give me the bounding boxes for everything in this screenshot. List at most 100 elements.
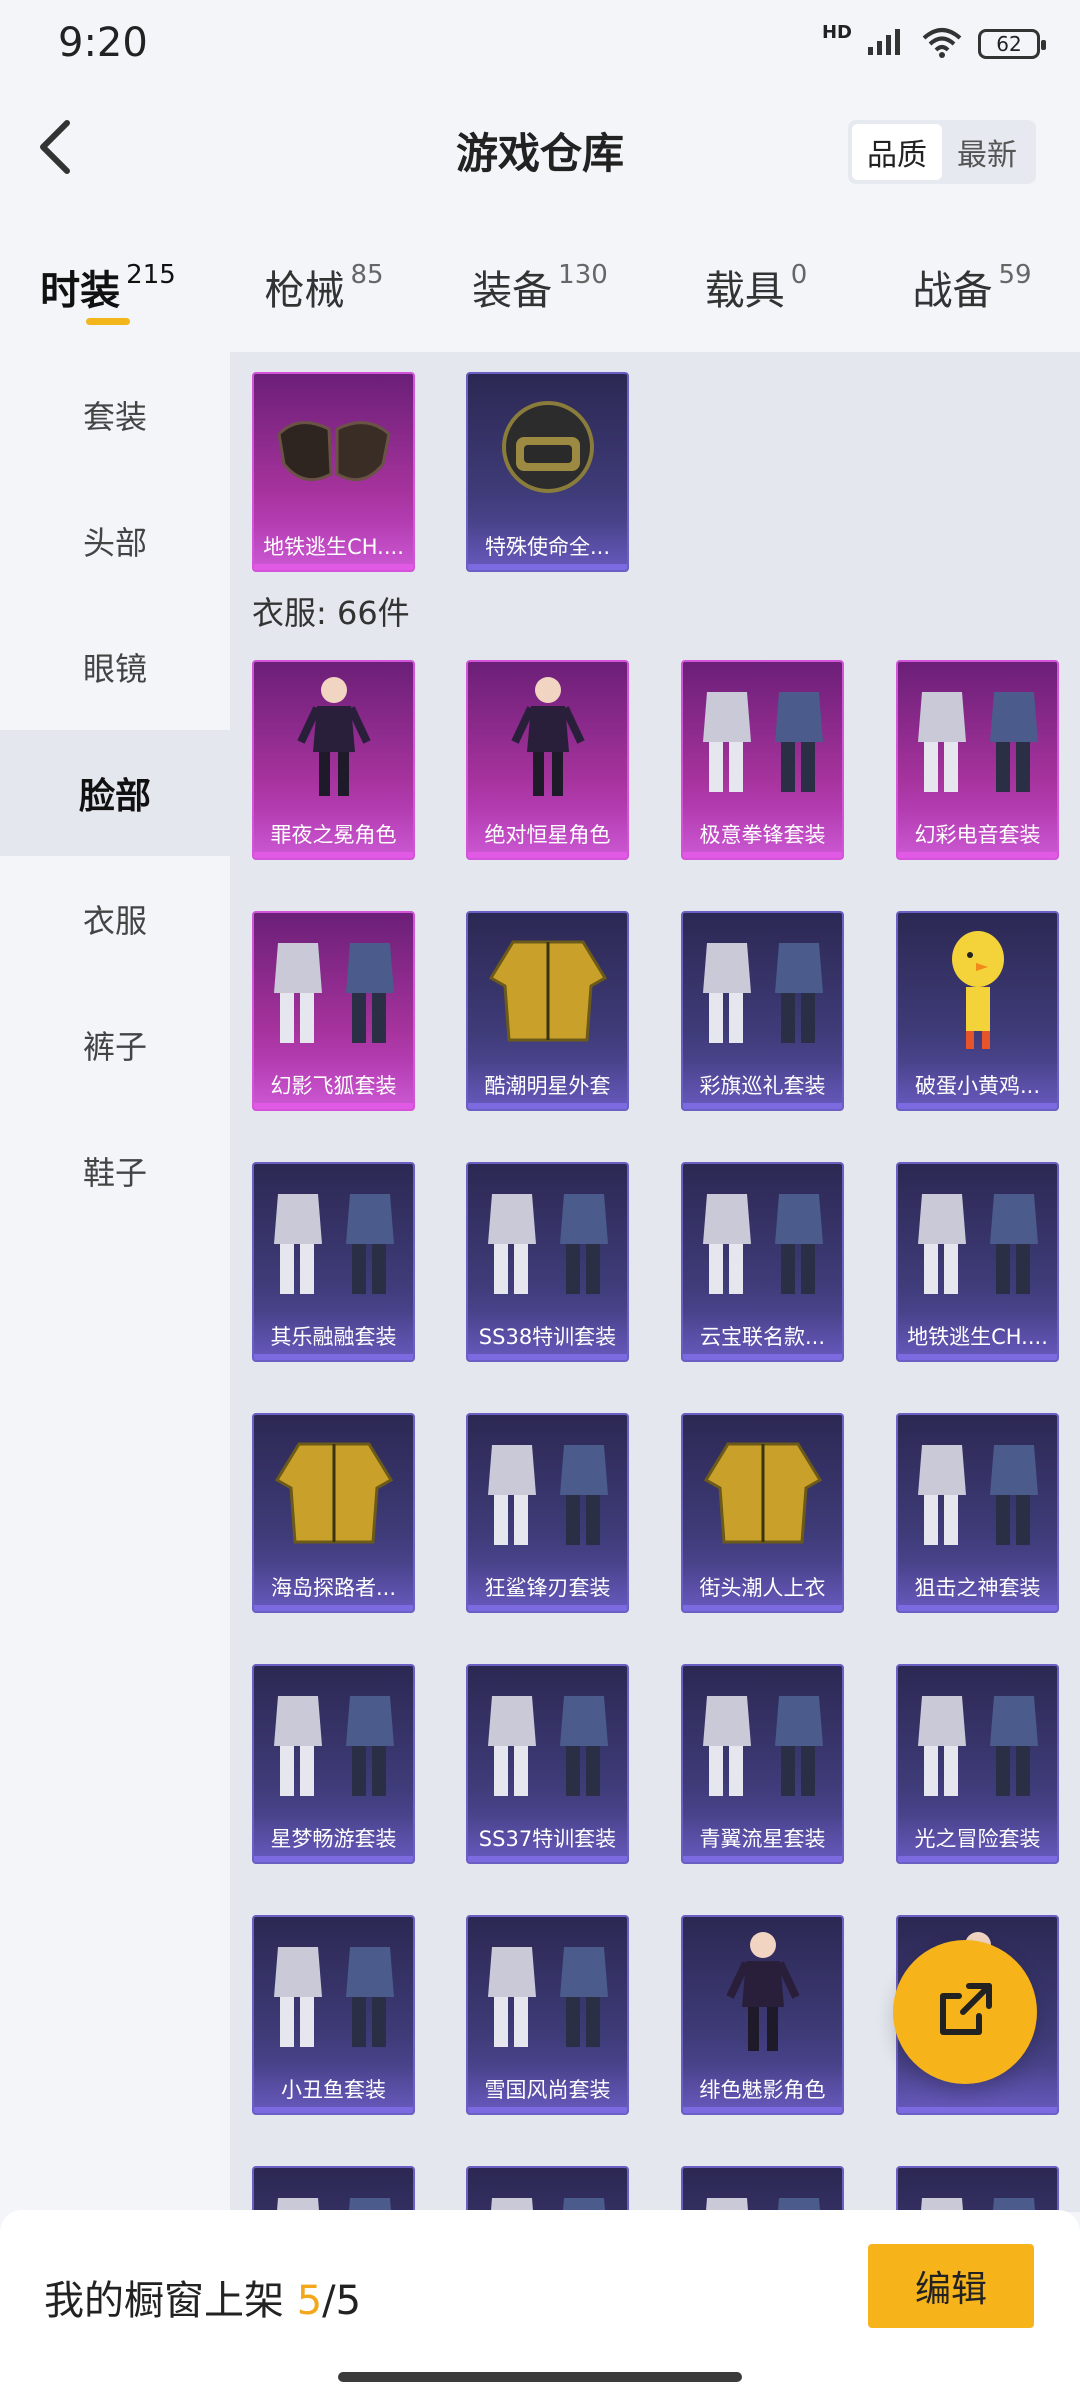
item-card[interactable]: 雪国风尚套装 [466,1915,629,2115]
sidebar-item-suit[interactable]: 套装 [0,352,230,478]
item-card[interactable]: 小丑鱼套装 [252,1915,415,2115]
jacket-icon [683,1415,842,1565]
rarity-bar [254,564,413,570]
rarity-bar [468,564,627,570]
item-name: 地铁逃生CH.... [254,522,413,570]
active-tab-indicator [86,318,130,325]
costume-icon [898,913,1057,1063]
character-icon [468,662,627,812]
tab-equipment[interactable]: 装备 130 [432,240,648,340]
tab-guns[interactable]: 枪械 85 [216,240,432,340]
character-icon [683,1917,842,2067]
item-card[interactable] [466,2166,629,2212]
item-name: 极意拳锋套装 [683,810,842,858]
item-card[interactable]: 星梦畅游套装 [252,1664,415,1864]
sidebar-item-clothes[interactable]: 衣服 [0,856,230,982]
mask-icon [254,374,413,524]
item-name: 云宝联名款... [683,1312,842,1360]
sort-by-quality[interactable]: 品质 [852,124,942,180]
status-icons: HD 62 [822,22,1046,62]
rarity-bar [898,1103,1057,1109]
item-card[interactable]: 狙击之神套装 [896,1413,1059,1613]
item-card[interactable]: 极意拳锋套装 [681,660,844,860]
sidebar-item-pants[interactable]: 裤子 [0,982,230,1108]
item-name: 地铁逃生CH.... [898,1312,1057,1360]
rarity-bar [898,1605,1057,1611]
outfit-icon [898,2168,1057,2212]
rarity-bar [254,2107,413,2113]
item-card[interactable]: SS37特训套装 [466,1664,629,1864]
tab-fashion[interactable]: 时装 215 [0,240,216,340]
tab-vehicles[interactable]: 载具 0 [648,240,864,340]
item-name: 罪夜之冕角色 [254,810,413,858]
item-card[interactable]: 破蛋小黄鸡... [896,911,1059,1111]
item-name: 海岛探路者... [254,1563,413,1611]
item-name: 彩旗巡礼套装 [683,1061,842,1109]
item-card[interactable]: SS38特训套装 [466,1162,629,1362]
item-card[interactable]: 其乐融融套装 [252,1162,415,1362]
item-name: 小丑鱼套装 [254,2065,413,2113]
item-card[interactable]: 特殊使命全... [466,372,629,572]
item-name: 酷潮明星外套 [468,1061,627,1109]
outfit-icon [254,2168,413,2212]
rarity-bar [683,1103,842,1109]
rarity-bar [683,1856,842,1862]
item-card[interactable]: 街头潮人上衣 [681,1413,844,1613]
item-card[interactable] [681,2166,844,2212]
outfit-icon [254,1917,413,2067]
share-button[interactable] [893,1940,1037,2084]
rarity-bar [468,1103,627,1109]
item-name: 狂鲨锋刃套装 [468,1563,627,1611]
item-card[interactable]: 地铁逃生CH.... [896,1162,1059,1362]
rarity-bar [683,1354,842,1360]
item-card[interactable]: 青翼流星套装 [681,1664,844,1864]
sidebar-item-shoes[interactable]: 鞋子 [0,1108,230,1234]
item-name: SS37特训套装 [468,1814,627,1862]
item-card[interactable]: 彩旗巡礼套装 [681,911,844,1111]
item-card[interactable]: 酷潮明星外套 [466,911,629,1111]
sidebar-item-head[interactable]: 头部 [0,478,230,604]
network-type: HD [821,21,852,43]
item-card[interactable]: 绝对恒星角色 [466,660,629,860]
item-card[interactable]: 海岛探路者... [252,1413,415,1613]
outfit-icon [468,1666,627,1816]
rarity-bar [254,1354,413,1360]
header: 游戏仓库 品质 最新 [0,90,1080,210]
sidebar-item-face[interactable]: 脸部 [0,730,230,856]
outfit-icon [898,1666,1057,1816]
outfit-icon [898,1415,1057,1565]
outfit-icon [254,1164,413,1314]
item-name: SS38特训套装 [468,1312,627,1360]
face-row: 地铁逃生CH.... 特殊使命全... [230,372,1080,572]
item-card[interactable]: 地铁逃生CH.... [252,372,415,572]
rarity-bar [898,1354,1057,1360]
item-card[interactable] [896,2166,1059,2212]
bottom-bar: 我的橱窗上架 5/5 编辑 [0,2210,1080,2400]
outfit-icon [683,1164,842,1314]
item-card[interactable]: 狂鲨锋刃套装 [466,1413,629,1613]
home-indicator[interactable] [338,2372,742,2382]
item-name: 幻彩电音套装 [898,810,1057,858]
item-card[interactable]: 罪夜之冕角色 [252,660,415,860]
rarity-bar [468,2107,627,2113]
sort-by-newest[interactable]: 最新 [942,124,1032,180]
item-card[interactable]: 幻影飞狐套装 [252,911,415,1111]
rarity-bar [468,1605,627,1611]
item-name: 破蛋小黄鸡... [898,1061,1057,1109]
item-card[interactable]: 绯色魅影角色 [681,1915,844,2115]
item-card[interactable]: 幻彩电音套装 [896,660,1059,860]
sidebar-item-glasses[interactable]: 眼镜 [0,604,230,730]
outfit-icon [683,1666,842,1816]
item-card[interactable]: 云宝联名款... [681,1162,844,1362]
tab-supplies[interactable]: 战备 59 [864,240,1080,340]
item-card[interactable] [252,2166,415,2212]
item-card[interactable]: 光之冒险套装 [896,1664,1059,1864]
wifi-icon [920,26,964,62]
sidebar: 套装 头部 眼镜 脸部 衣服 裤子 鞋子 [0,352,230,2212]
rarity-bar [898,2107,1057,2113]
item-name: 星梦畅游套装 [254,1814,413,1862]
outfit-icon [254,1666,413,1816]
item-name: 绝对恒星角色 [468,810,627,858]
edit-button[interactable]: 编辑 [868,2244,1034,2328]
item-name: 狙击之神套装 [898,1563,1057,1611]
